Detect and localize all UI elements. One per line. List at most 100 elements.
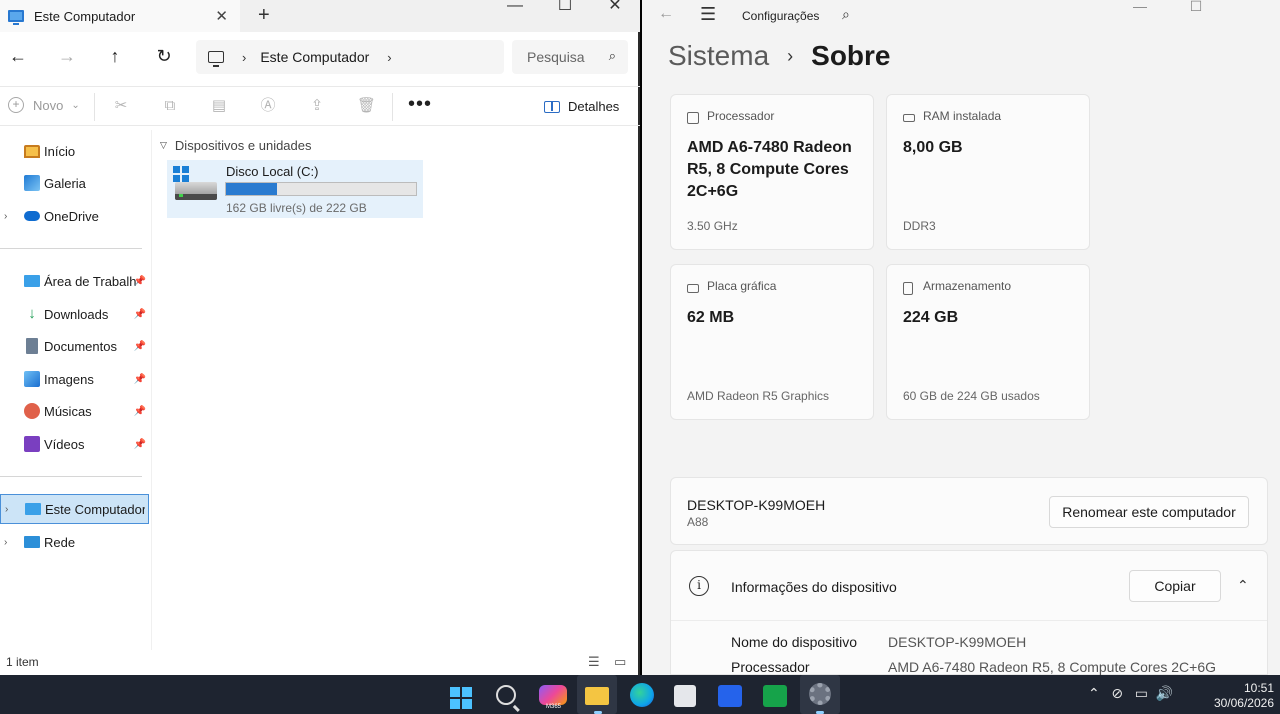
spec-card-ram: RAM instalada 8,00 GB DDR3 (886, 94, 1090, 250)
share-icon[interactable]: ⇪ (308, 97, 326, 115)
group-header[interactable]: ▽ Dispositivos e unidades (160, 138, 312, 153)
maximize-icon[interactable]: ☐ (1168, 0, 1224, 13)
sidebar-item-este-computador[interactable]: › Este Computador (0, 494, 149, 524)
search-icon: ⌕ (608, 48, 616, 63)
search-input[interactable]: Pesquisa ⌕ (512, 40, 628, 74)
chevron-right-icon[interactable]: › (5, 504, 8, 515)
sidebar-item-galeria[interactable]: Galeria (0, 168, 150, 198)
sidebar-item-rede[interactable]: › Rede (0, 527, 150, 557)
pin-icon[interactable]: 📌 (134, 406, 146, 417)
card-label: Placa gráfica (707, 279, 777, 293)
group-header-label: Dispositivos e unidades (174, 138, 312, 153)
pin-icon[interactable]: 📌 (134, 374, 146, 385)
processor-icon (687, 112, 699, 124)
rename-computer-button[interactable]: Renomear este computador (1049, 496, 1249, 528)
card-subtext: DDR3 (903, 219, 936, 233)
maximize-icon[interactable]: ☐ (540, 0, 590, 32)
close-window-icon[interactable] (1224, 0, 1280, 12)
ram-icon (903, 114, 915, 122)
back-arrow-icon[interactable]: ← (6, 44, 30, 68)
minimize-icon[interactable]: — (1112, 0, 1168, 13)
sidebar-item-imagens[interactable]: Imagens 📌 (0, 364, 150, 394)
address-text: Este Computador (260, 49, 370, 65)
minimize-icon[interactable]: — (490, 0, 540, 32)
drive-item-c[interactable]: Disco Local (C:) 162 GB livre(s) de 222 … (167, 160, 423, 218)
hamburger-menu-icon[interactable]: ☰ (700, 4, 716, 25)
sidebar-item-label: Imagens (44, 371, 94, 387)
system-tray[interactable]: ⌃ ⊘ ▭ 🔊 (1088, 685, 1173, 702)
details-view-icon[interactable]: ☰ (588, 654, 600, 670)
copy-button[interactable]: Copiar (1129, 570, 1221, 602)
search-icon[interactable]: ⌕ (842, 6, 850, 23)
taskbar: M365 ⌃ ⊘ ▭ 🔊 10:51 30/06/2026 (0, 675, 1280, 714)
chevron-right-icon: › (787, 45, 794, 66)
window-controls: — ☐ ✕ (490, 0, 640, 32)
chevron-right-icon[interactable]: › (242, 50, 246, 65)
device-name: DESKTOP-K99MOEH (687, 497, 826, 513)
rename-icon[interactable]: Ⓐ (259, 97, 277, 115)
chevron-right-icon[interactable]: › (4, 537, 7, 548)
new-tab-icon[interactable]: + (258, 4, 270, 27)
tab-este-computador[interactable]: Este Computador ✕ (0, 0, 240, 32)
sidebar-item-onedrive[interactable]: › OneDrive (0, 201, 150, 231)
taskbar-search-icon[interactable] (496, 685, 516, 705)
back-arrow-icon[interactable]: ← (658, 5, 674, 23)
up-arrow-icon[interactable]: ↑ (103, 44, 127, 68)
start-windows-icon[interactable] (450, 687, 472, 709)
cut-icon[interactable]: ✂ (112, 97, 130, 115)
tab-title: Este Computador (34, 8, 136, 24)
paste-icon[interactable]: ▤ (210, 97, 228, 115)
clock-date: 30/06/2026 (1213, 696, 1274, 710)
clock-time: 10:51 (1243, 681, 1274, 695)
sidebar-item-label: Este Computador (45, 501, 145, 517)
file-explorer-window: Este Computador ✕ + — ☐ ✕ ← → ↑ ↻ › Este… (0, 0, 640, 675)
edge-browser-icon[interactable] (630, 683, 654, 707)
tiles-view-icon[interactable]: ▭ (614, 654, 626, 670)
spec-card-storage: Armazenamento 224 GB 60 GB de 224 GB usa… (886, 264, 1090, 420)
forward-arrow-icon[interactable]: → (55, 44, 79, 68)
store-icon[interactable] (674, 685, 696, 707)
m365-copilot-icon[interactable] (539, 685, 567, 705)
card-value: 62 MB (687, 309, 735, 326)
close-tab-icon[interactable]: ✕ (215, 7, 228, 25)
pin-icon[interactable]: 📌 (134, 341, 146, 352)
drive-usage-bar (225, 182, 417, 196)
more-options-icon[interactable]: ••• (408, 93, 432, 116)
word-icon[interactable] (718, 685, 742, 707)
chevron-right-icon[interactable]: › (387, 50, 391, 65)
new-button[interactable]: + Novo ⌄ (8, 97, 80, 113)
navigation-pane: Início Galeria › OneDrive Área de Trabal… (0, 130, 152, 650)
details-button[interactable]: Detalhes (544, 99, 619, 114)
refresh-icon[interactable]: ↻ (152, 44, 176, 68)
address-bar[interactable]: › Este Computador › (196, 40, 504, 74)
sidebar-item-downloads[interactable]: ↓ Downloads 📌 (0, 299, 150, 329)
sidebar-item-label: Galeria (44, 175, 86, 191)
close-window-icon[interactable]: ✕ (590, 0, 640, 32)
pin-icon[interactable]: 📌 (134, 309, 146, 320)
device-info-card: i Informações do dispositivo Copiar ⌃ No… (670, 550, 1268, 675)
sidebar-item-inicio[interactable]: Início (0, 136, 150, 166)
clock[interactable]: 10:51 30/06/2026 (1214, 681, 1274, 711)
video-icon (24, 436, 40, 452)
drive-free-space: 162 GB livre(s) de 222 GB (226, 201, 367, 215)
music-icon (24, 403, 40, 419)
hard-drive-icon (175, 182, 217, 200)
pin-icon[interactable]: 📌 (134, 439, 146, 450)
chevron-down-icon[interactable]: ▽ (160, 140, 167, 151)
home-icon (24, 145, 40, 158)
delete-icon[interactable]: 🗑 (357, 97, 376, 115)
sidebar-item-area-de-trabalho[interactable]: Área de Trabalho 📌 (0, 266, 150, 296)
device-info-header[interactable]: i Informações do dispositivo Copiar ⌃ (671, 551, 1267, 621)
excel-icon[interactable] (763, 685, 787, 707)
sidebar-item-videos[interactable]: Vídeos 📌 (0, 429, 150, 459)
sidebar-item-label: Início (44, 143, 76, 159)
chevron-right-icon[interactable]: › (4, 211, 7, 222)
chevron-up-icon[interactable]: ⌃ (1237, 577, 1249, 594)
pin-icon[interactable]: 📌 (134, 276, 146, 287)
copy-icon[interactable]: ⧉ (161, 97, 179, 115)
sidebar-item-musicas[interactable]: Músicas 📌 (0, 396, 150, 426)
info-value: AMD A6-7480 Radeon R5, 8 Compute Cores 2… (888, 659, 1217, 675)
m365-badge: M365 (546, 704, 562, 710)
breadcrumb-sistema[interactable]: Sistema (668, 40, 769, 72)
sidebar-item-documentos[interactable]: Documentos 📌 (0, 331, 150, 361)
